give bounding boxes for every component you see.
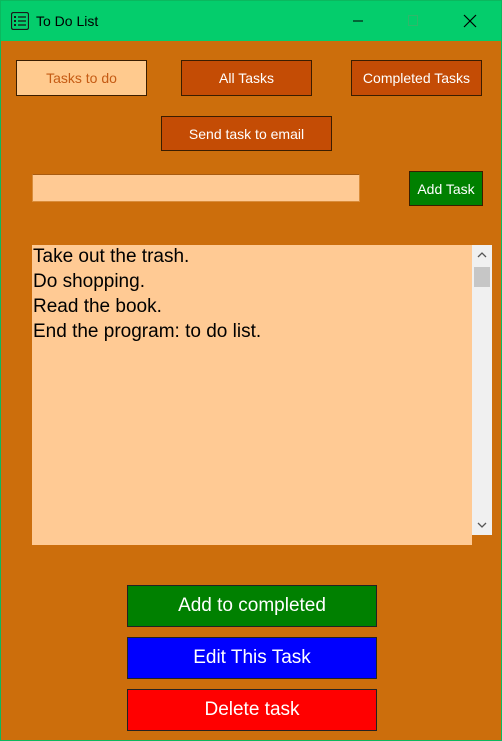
- scroll-thumb[interactable]: [474, 267, 490, 287]
- scroll-up-button[interactable]: [472, 245, 492, 265]
- window-title: To Do List: [36, 13, 99, 29]
- close-button[interactable]: [447, 1, 493, 41]
- app-window: To Do List Tasks to do All Tasks Complet…: [0, 0, 502, 741]
- scroll-down-button[interactable]: [472, 515, 492, 535]
- tasks-to-do-button[interactable]: Tasks to do: [16, 60, 147, 96]
- chevron-down-icon: [477, 522, 487, 528]
- title-bar[interactable]: To Do List: [1, 1, 501, 41]
- chevron-up-icon: [477, 252, 487, 258]
- completed-tasks-button[interactable]: Completed Tasks: [351, 60, 482, 96]
- list-scrollbar[interactable]: [472, 245, 492, 535]
- send-email-button[interactable]: Send task to email: [161, 116, 332, 151]
- close-icon: [463, 14, 477, 28]
- add-to-completed-button[interactable]: Add to completed: [127, 585, 377, 627]
- list-item[interactable]: Take out the trash.: [33, 245, 189, 269]
- list-item[interactable]: End the program: to do list.: [33, 320, 261, 344]
- minimize-icon: [353, 20, 363, 22]
- maximize-button[interactable]: [390, 1, 436, 41]
- delete-task-button[interactable]: Delete task: [127, 689, 377, 731]
- edit-task-button[interactable]: Edit This Task: [127, 637, 377, 679]
- task-input[interactable]: [32, 174, 360, 202]
- maximize-icon: [408, 15, 418, 26]
- add-task-button[interactable]: Add Task: [409, 171, 483, 206]
- all-tasks-button[interactable]: All Tasks: [181, 60, 312, 96]
- task-list[interactable]: Take out the trash. Do shopping. Read th…: [32, 245, 472, 545]
- list-item[interactable]: Do shopping.: [33, 270, 145, 294]
- minimize-button[interactable]: [335, 1, 381, 41]
- list-item[interactable]: Read the book.: [33, 295, 162, 319]
- list-icon: [10, 11, 30, 31]
